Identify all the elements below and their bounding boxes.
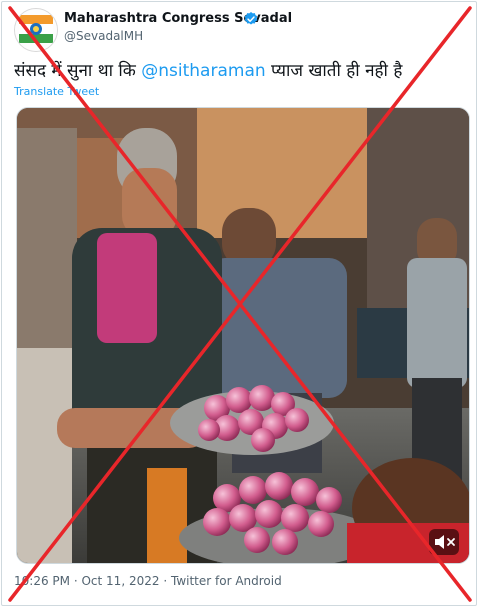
translate-tweet-link[interactable]: Translate Tweet [14,85,99,98]
avatar[interactable] [14,8,58,52]
tweet-video[interactable] [16,107,470,564]
video-frame-image [17,108,469,563]
timestamp-separator-2: · [163,574,168,588]
tweet-timestamp[interactable]: 10:26 PM · Oct 11, 2022 · Twitter for An… [14,574,282,588]
tweet-text-after: प्याज खाती ही नही है [265,61,403,81]
user-handle[interactable]: @SevadalMH [64,29,143,43]
tweet-date: Oct 11, 2022 [81,574,160,588]
mention-link[interactable]: @nsitharaman [141,61,265,81]
tweet-text: संसद में सुना था कि @nsitharaman प्याज ख… [14,58,402,81]
sevadal-logo-icon [15,9,57,51]
tweet-text-before: संसद में सुना था कि [14,61,142,81]
tweet-time: 10:26 PM [14,574,70,588]
verified-badge-icon [244,12,258,25]
timestamp-separator: · [73,574,78,588]
tweet-source: Twitter for Android [170,574,282,588]
speaker-muted-icon[interactable] [429,529,459,555]
